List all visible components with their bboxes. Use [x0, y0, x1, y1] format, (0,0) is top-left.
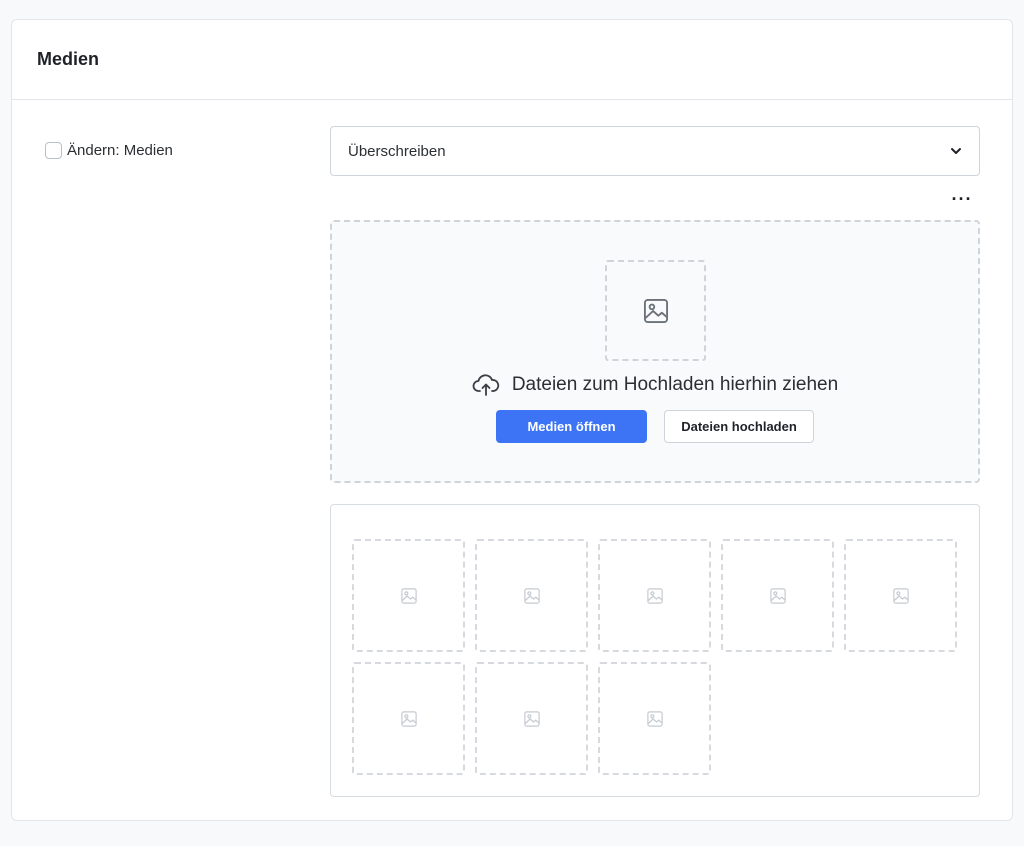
section-title: Medien	[37, 49, 100, 69]
upload-files-button[interactable]: Dateien hochladen	[664, 410, 814, 443]
media-placeholder	[475, 539, 588, 652]
image-icon	[523, 710, 540, 727]
media-placeholder	[475, 662, 588, 775]
mode-select-value: Überschreiben	[348, 142, 446, 160]
image-icon	[646, 587, 663, 604]
upload-dropzone[interactable]: Dateien zum Hochladen hierhin ziehen Med…	[330, 220, 980, 483]
media-placeholder	[598, 539, 711, 652]
image-icon	[400, 710, 417, 727]
image-icon	[892, 587, 909, 604]
image-icon	[646, 710, 663, 727]
media-placeholder	[721, 539, 834, 652]
preview-placeholder	[605, 260, 706, 361]
change-media-checkbox[interactable]	[45, 142, 62, 159]
media-placeholder	[844, 539, 957, 652]
card-header: Medien	[12, 20, 1012, 100]
change-media-toggle[interactable]: Ändern: Medien	[45, 142, 173, 159]
media-placeholder	[352, 662, 465, 775]
open-media-button[interactable]: Medien öffnen	[496, 410, 647, 443]
media-placeholder	[598, 662, 711, 775]
chevron-down-icon	[951, 148, 961, 154]
cloud-upload-icon	[472, 374, 500, 396]
image-icon	[643, 298, 668, 323]
more-options-button[interactable]: ···	[950, 189, 974, 209]
dropzone-instruction-row: Dateien zum Hochladen hierhin ziehen	[332, 373, 978, 397]
change-media-label: Ändern: Medien	[67, 142, 173, 159]
media-placeholder	[352, 539, 465, 652]
media-card: Medien Ändern: Medien Überschreiben ··· …	[11, 19, 1013, 821]
dropzone-instruction: Dateien zum Hochladen hierhin ziehen	[511, 374, 839, 395]
image-icon	[400, 587, 417, 604]
image-icon	[523, 587, 540, 604]
dropzone-actions: Medien öffnen Dateien hochladen	[332, 410, 978, 443]
media-gallery	[330, 504, 980, 797]
image-icon	[769, 587, 786, 604]
mode-select[interactable]: Überschreiben	[330, 126, 980, 176]
